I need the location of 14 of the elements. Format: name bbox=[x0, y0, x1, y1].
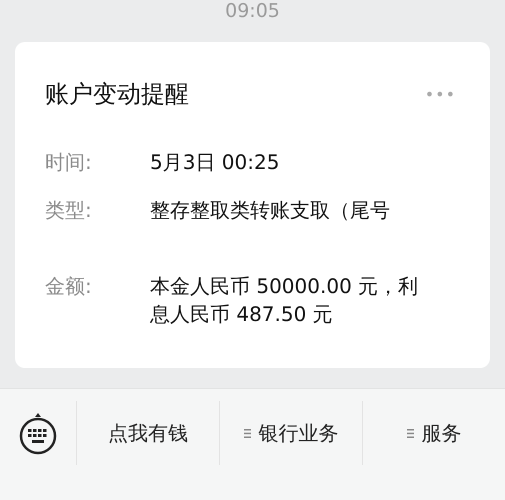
field-value: 5月3日 00:25 bbox=[150, 149, 280, 176]
field-label: 时间: bbox=[45, 149, 93, 176]
card-title: 账户变动提醒 bbox=[45, 79, 189, 110]
keyboard-icon[interactable] bbox=[18, 411, 58, 455]
menu-button[interactable]: 服务 bbox=[362, 401, 505, 465]
menu-button[interactable]: 点我有钱 bbox=[76, 401, 219, 465]
menu-button[interactable]: 银行业务 bbox=[219, 401, 362, 465]
submenu-icon bbox=[406, 428, 414, 438]
field-value: 整存整取类转账支取（尾号 bbox=[150, 197, 390, 224]
submenu-icon bbox=[244, 428, 250, 438]
field-label: 类型: bbox=[45, 197, 93, 224]
message-time: 09:05 bbox=[225, 0, 280, 22]
field-value: 本金人民币 50000.00 元，利 息人民币 487.50 元 bbox=[150, 273, 418, 328]
field-label: 金额: bbox=[45, 273, 93, 300]
